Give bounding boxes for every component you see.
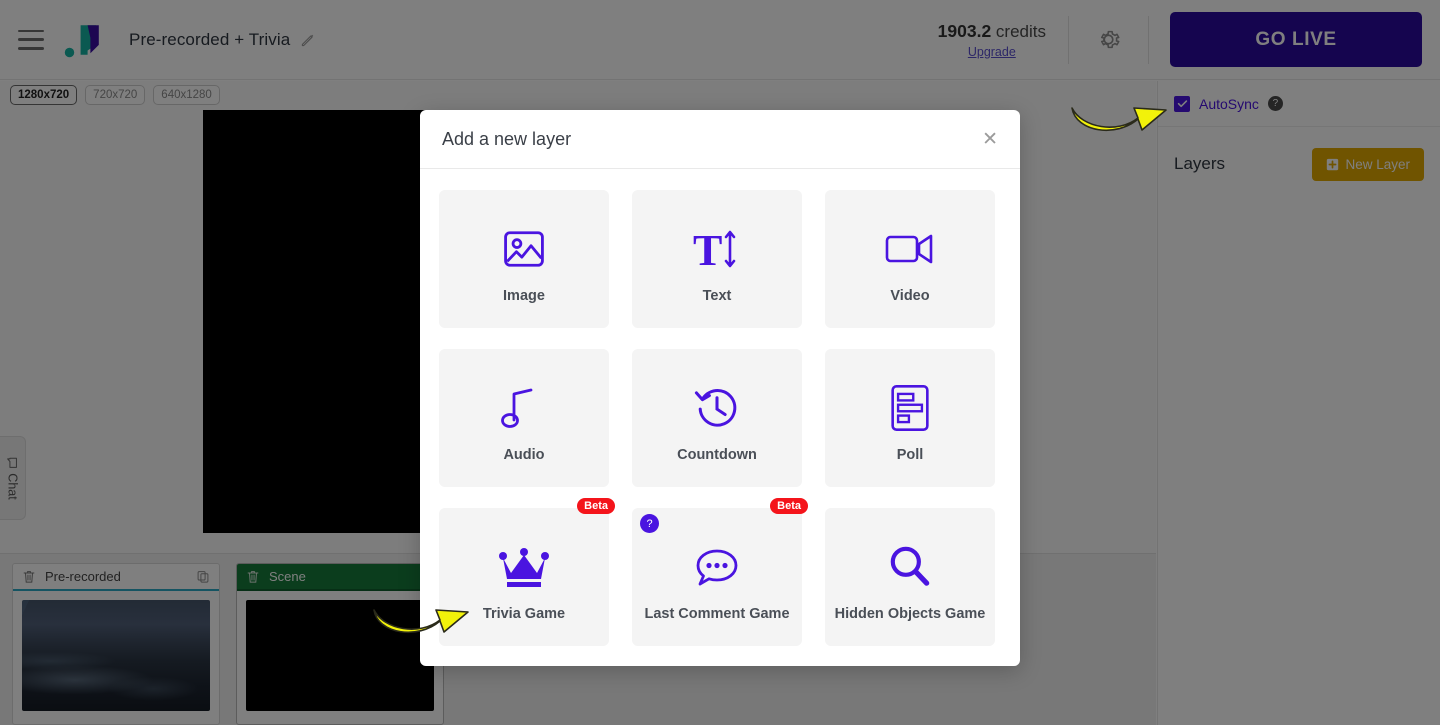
layer-option-label: Audio <box>503 447 545 463</box>
text-size-icon: T <box>689 214 745 284</box>
layer-option-label: Trivia Game <box>482 606 566 622</box>
layer-option-label: Video <box>890 288 930 304</box>
music-note-icon <box>501 373 547 443</box>
magnifier-icon <box>885 532 935 602</box>
crown-icon <box>496 532 552 602</box>
modal-header: Add a new layer ✕ <box>420 110 1020 169</box>
layer-option-text[interactable]: T Text <box>632 190 802 328</box>
layer-option-poll[interactable]: Poll <box>825 349 995 487</box>
video-camera-icon <box>883 214 937 284</box>
layer-option-image[interactable]: Image <box>439 190 609 328</box>
layer-option-last-comment-game[interactable]: Beta ? Last Comment Game <box>632 498 808 646</box>
speech-bubble-icon <box>691 532 743 602</box>
layer-type-grid: Image T Text Video Audio Countdown Poll … <box>420 169 1020 646</box>
svg-text:T: T <box>693 226 722 275</box>
layer-option-audio[interactable]: Audio <box>439 349 609 487</box>
layer-option-label: Last Comment Game <box>644 606 790 622</box>
app-root: Pre-recorded + Trivia 1903.2 credits Upg… <box>0 0 1440 725</box>
status-badge: Beta <box>770 498 808 514</box>
layer-option-trivia-game[interactable]: Beta Trivia Game <box>439 498 615 646</box>
clock-rewind-icon <box>691 373 743 443</box>
add-layer-modal: Add a new layer ✕ Image T Text Video Aud… <box>420 110 1020 666</box>
layer-option-countdown[interactable]: Countdown <box>632 349 802 487</box>
close-icon[interactable]: ✕ <box>982 130 998 149</box>
image-icon <box>498 214 550 284</box>
poll-bars-icon <box>888 373 932 443</box>
layer-option-video[interactable]: Video <box>825 190 995 328</box>
modal-title: Add a new layer <box>442 128 572 149</box>
layer-option-label: Countdown <box>677 447 757 463</box>
question-mark-icon[interactable]: ? <box>640 514 659 533</box>
status-badge: Beta <box>577 498 615 514</box>
layer-option-label: Text <box>702 288 732 304</box>
layer-option-hidden-objects-game[interactable]: Hidden Objects Game <box>825 508 995 646</box>
layer-option-label: Hidden Objects Game <box>834 606 986 622</box>
layer-option-label: Image <box>503 288 545 304</box>
layer-option-label: Poll <box>896 447 924 463</box>
